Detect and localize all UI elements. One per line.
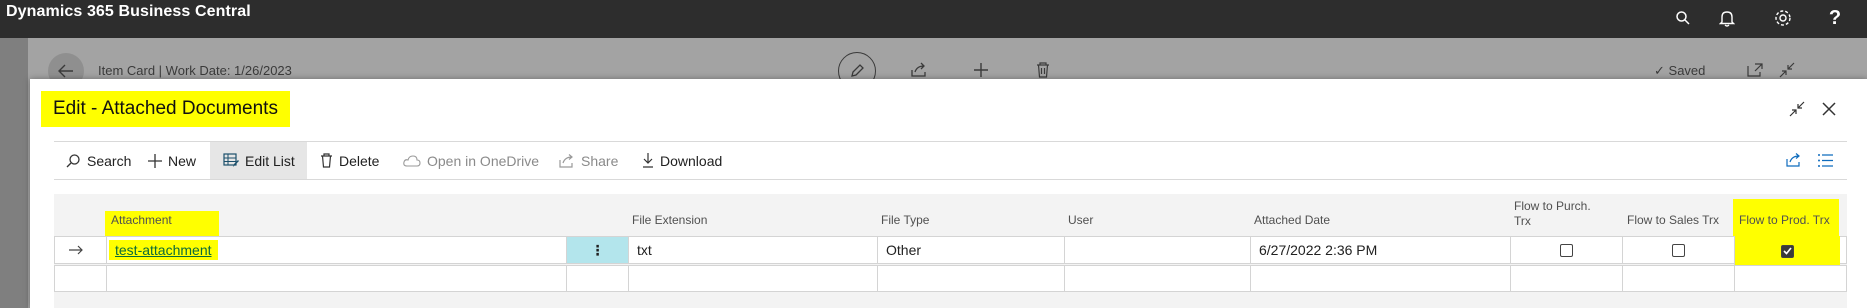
share-page-icon[interactable] <box>1784 150 1804 170</box>
file-extension-cell[interactable]: txt <box>628 237 877 263</box>
download-icon <box>643 153 653 168</box>
search-icon[interactable] <box>1670 5 1696 31</box>
download-label: Download <box>660 152 723 169</box>
download-button[interactable]: Download <box>642 142 722 179</box>
saved-status: ✓ Saved <box>1654 63 1705 79</box>
plus-icon <box>148 153 162 168</box>
app-title: Dynamics 365 Business Central <box>6 3 251 20</box>
column-header-flow-sales[interactable]: Flow to Sales Trx <box>1627 213 1719 228</box>
column-header-attached-date[interactable]: Attached Date <box>1254 213 1330 228</box>
flow-purch-cell[interactable] <box>1510 237 1622 263</box>
share-button[interactable]: Share <box>559 142 618 179</box>
delete-label: Delete <box>339 152 380 169</box>
row-actions-ellipsis-icon[interactable]: ⋮ <box>566 237 628 263</box>
empty-flow-prod-cell[interactable] <box>1734 266 1846 291</box>
new-label: New <box>168 152 197 169</box>
attachment-link[interactable]: test-attachment <box>115 242 212 258</box>
flow-purch-checkbox[interactable] <box>1560 243 1573 257</box>
column-header-flow-prod[interactable]: Flow to Prod. Trx <box>1733 199 1839 241</box>
collapse-dialog-icon[interactable] <box>1786 98 1808 120</box>
list-view-icon[interactable] <box>1816 150 1836 170</box>
empty-flow-sales-cell[interactable] <box>1622 266 1734 291</box>
delete-icon <box>321 153 332 168</box>
flow-prod-cell[interactable] <box>1734 236 1840 266</box>
search-button[interactable]: Search <box>65 142 131 179</box>
delete-button[interactable]: Delete <box>320 142 379 179</box>
empty-flow-purch-cell[interactable] <box>1510 266 1622 291</box>
gear-icon[interactable] <box>1770 5 1796 31</box>
checkmark-icon: ✓ <box>1654 63 1665 78</box>
table-row-empty[interactable] <box>54 265 1847 292</box>
row-indicator-arrow-icon <box>55 237 106 263</box>
edit-list-icon <box>223 153 239 167</box>
empty-user-cell[interactable] <box>1064 266 1250 291</box>
empty-file-extension-cell[interactable] <box>628 266 877 291</box>
empty-attached-date-cell[interactable] <box>1250 266 1510 291</box>
share-icon <box>559 153 573 168</box>
bell-icon[interactable] <box>1714 5 1740 31</box>
top-bar: Dynamics 365 Business Central ? <box>0 0 1867 38</box>
flow-sales-cell[interactable] <box>1622 237 1734 263</box>
checkmark-icon <box>1783 247 1792 255</box>
share-label: Share <box>581 152 619 169</box>
help-icon[interactable]: ? <box>1822 5 1848 31</box>
flow-prod-checkbox[interactable] <box>1781 244 1794 258</box>
user-cell[interactable] <box>1064 237 1250 263</box>
table-row[interactable]: test-attachment ⋮ txt Other 6/27/2022 2:… <box>54 236 1847 266</box>
saved-label: Saved <box>1668 63 1706 78</box>
dialog-title: Edit - Attached Documents <box>41 91 290 127</box>
file-type-cell[interactable]: Other <box>877 237 1064 263</box>
attached-date-cell[interactable]: 6/27/2022 2:36 PM <box>1250 237 1510 263</box>
column-header-file-extension[interactable]: File Extension <box>632 213 707 228</box>
column-header-flow-purch[interactable]: Flow to Purch. Trx <box>1514 199 1598 229</box>
close-icon[interactable] <box>1818 98 1840 120</box>
new-button[interactable]: New <box>148 142 196 179</box>
empty-file-type-cell[interactable] <box>877 266 1064 291</box>
attachment-highlight: test-attachment <box>109 240 218 260</box>
flow-sales-checkbox[interactable] <box>1672 243 1685 257</box>
background-page-title: Item Card | Work Date: 1/26/2023 <box>98 63 292 78</box>
edit-list-label: Edit List <box>245 152 295 169</box>
empty-ellipsis-cell <box>566 266 628 291</box>
attachment-cell[interactable]: test-attachment <box>106 237 618 263</box>
cloud-icon <box>403 154 421 167</box>
search-icon <box>66 153 80 167</box>
empty-attachment-cell[interactable] <box>106 266 618 291</box>
open-in-onedrive-button[interactable]: Open in OneDrive <box>403 142 539 179</box>
column-header-user[interactable]: User <box>1068 213 1093 228</box>
edit-list-button[interactable]: Edit List <box>210 142 307 179</box>
column-header-file-type[interactable]: File Type <box>881 213 929 228</box>
open-in-onedrive-label: Open in OneDrive <box>427 152 540 169</box>
search-label: Search <box>87 152 132 169</box>
